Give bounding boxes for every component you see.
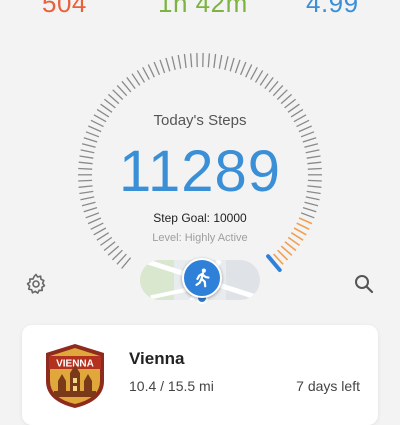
gear-icon[interactable] xyxy=(24,272,48,296)
gauge-tick xyxy=(230,58,234,71)
gauge-tick xyxy=(285,99,296,108)
gauge-tick xyxy=(137,70,144,82)
gauge-tick xyxy=(301,132,314,137)
gauge-tick xyxy=(281,94,292,103)
activity-level: Level: Highly Active xyxy=(0,232,400,244)
gauge-tick xyxy=(166,58,170,71)
gauge-tick xyxy=(191,53,192,67)
gauge-tick xyxy=(214,54,216,68)
gauge-tick xyxy=(265,77,273,88)
gauge-tick xyxy=(241,62,246,75)
gauge-tick xyxy=(148,65,154,78)
gauge-tick xyxy=(154,62,159,75)
gauge-tick xyxy=(86,132,99,137)
gauge-tick xyxy=(277,90,287,100)
search-icon[interactable] xyxy=(352,272,376,296)
gauge-tick xyxy=(178,55,181,69)
challenge-city: Vienna xyxy=(129,349,184,369)
challenge-days-left: 7 days left xyxy=(296,378,360,394)
gauge-tick xyxy=(273,85,283,95)
challenge-card[interactable]: VIENNA Vienna 10.4 / 15.5 mi 7 days left xyxy=(22,325,378,425)
gauge-tick xyxy=(108,246,119,255)
challenge-progress: 10.4 / 15.5 mi xyxy=(129,378,214,394)
gauge-tick xyxy=(246,65,252,78)
gauge-tick xyxy=(219,55,222,69)
gauge-tick xyxy=(108,94,119,103)
steps-title: Today's Steps xyxy=(0,112,400,129)
step-goal: Step Goal: 10000 xyxy=(0,211,400,225)
gauge-tick xyxy=(260,74,268,86)
gauge-tick xyxy=(122,81,131,92)
gauge-tick xyxy=(235,60,240,73)
gauge-tick xyxy=(104,99,115,108)
gauge-tick xyxy=(132,74,140,86)
gauge-tick xyxy=(225,56,228,70)
gauge-tick xyxy=(251,67,258,79)
gauge-tick xyxy=(113,90,123,100)
gauge-tick xyxy=(122,258,131,269)
gauge-tick xyxy=(208,53,209,67)
gauge-tick xyxy=(143,67,150,79)
gauge-tick xyxy=(112,250,122,260)
gauge-tick xyxy=(278,250,288,260)
gauge-tick xyxy=(172,56,175,70)
gauge-tick xyxy=(160,60,165,73)
gauge-tick xyxy=(256,70,263,82)
vienna-badge: VIENNA xyxy=(44,343,106,409)
gauge-tick xyxy=(184,54,186,68)
walking-person-glyph xyxy=(191,267,213,289)
gauge-tick xyxy=(269,81,278,92)
gauge-tick xyxy=(127,77,135,88)
gauge-tick xyxy=(281,246,292,255)
gauge-tick xyxy=(117,85,127,95)
walking-person-icon[interactable] xyxy=(182,258,222,298)
gauge-tick xyxy=(117,254,127,264)
steps-count[interactable]: 11289 xyxy=(0,140,400,204)
